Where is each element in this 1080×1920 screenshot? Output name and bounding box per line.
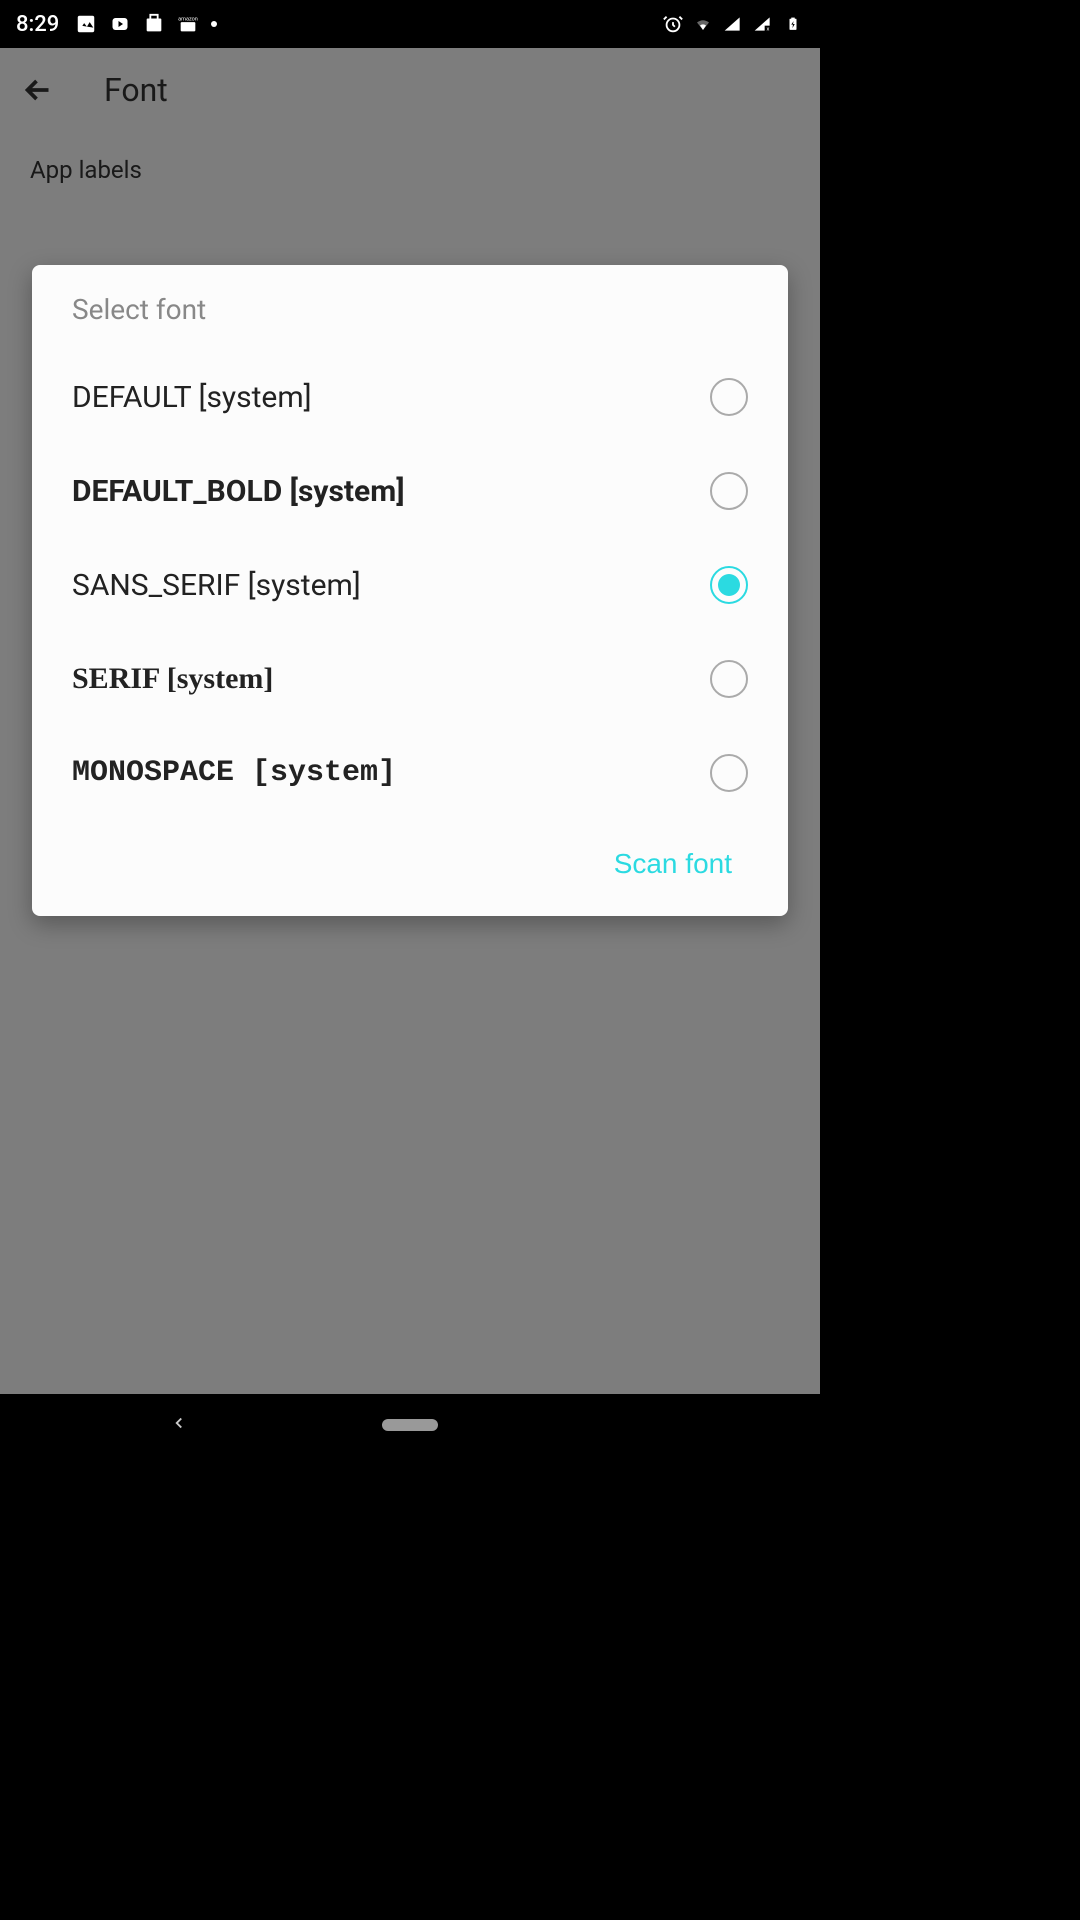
- font-option-label: MONOSPACE [system]: [72, 756, 396, 790]
- font-option-default[interactable]: DEFAULT [system]: [32, 350, 788, 444]
- font-option-label: DEFAULT_BOLD [system]: [72, 474, 405, 509]
- font-option-sans-serif[interactable]: SANS_SERIF [system]: [32, 538, 788, 632]
- scan-font-button[interactable]: Scan font: [614, 848, 732, 880]
- status-left: 8:29 amazon: [16, 12, 217, 37]
- font-option-monospace[interactable]: MONOSPACE [system]: [32, 726, 788, 820]
- dot-icon: [211, 21, 217, 27]
- alarm-icon: [662, 13, 684, 35]
- nav-back-icon[interactable]: [170, 1414, 188, 1436]
- wifi-icon: [692, 13, 714, 35]
- radio-icon: [710, 754, 748, 792]
- font-option-label: DEFAULT [system]: [72, 380, 312, 415]
- radio-selected-icon: [710, 566, 748, 604]
- navigation-bar: [0, 1394, 820, 1456]
- font-option-label: SANS_SERIF [system]: [72, 568, 361, 603]
- radio-icon: [710, 660, 748, 698]
- radio-icon: [710, 472, 748, 510]
- signal-icon: [722, 13, 744, 35]
- status-icons-left: amazon: [75, 13, 217, 35]
- dialog-actions: Scan font: [32, 820, 788, 892]
- font-option-default-bold[interactable]: DEFAULT_BOLD [system]: [32, 444, 788, 538]
- amazon-icon: amazon: [177, 13, 199, 35]
- font-option-label: SERIF [system]: [72, 662, 273, 696]
- font-select-dialog: Select font DEFAULT [system] DEFAULT_BOL…: [32, 265, 788, 916]
- battery-charging-icon: [782, 13, 804, 35]
- svg-text:amazon: amazon: [178, 16, 198, 22]
- status-time: 8:29: [16, 12, 59, 37]
- dialog-title: Select font: [32, 293, 788, 350]
- svg-text:x: x: [767, 27, 770, 33]
- shop-icon: [143, 13, 165, 35]
- signal-no-data-icon: x: [752, 13, 774, 35]
- nav-home-pill[interactable]: [382, 1419, 438, 1431]
- status-icons-right: x: [662, 13, 804, 35]
- radio-icon: [710, 378, 748, 416]
- image-icon: [75, 13, 97, 35]
- status-bar: 8:29 amazon x: [0, 0, 820, 48]
- font-option-serif[interactable]: SERIF [system]: [32, 632, 788, 726]
- youtube-icon: [109, 13, 131, 35]
